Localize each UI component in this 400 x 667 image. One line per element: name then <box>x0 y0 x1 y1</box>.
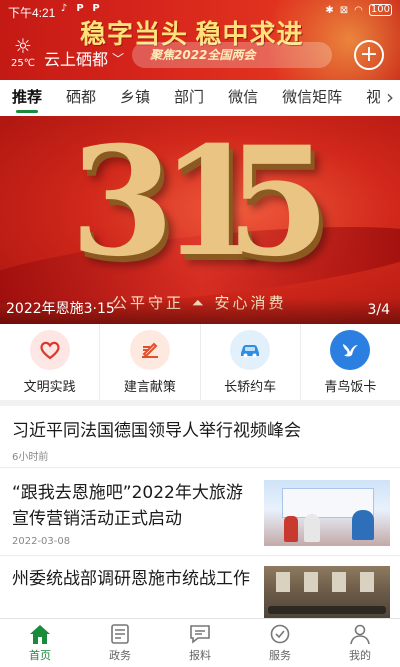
nav-label: 政务 <box>109 649 131 662</box>
chevron-down-icon: ﹀ <box>112 51 125 66</box>
location-label: 云上硒都 <box>44 50 109 69</box>
nav-profile[interactable]: 我的 <box>320 619 400 667</box>
news-item[interactable]: 习近平同法国德国领导人举行视频峰会 6小时前 <box>0 406 400 468</box>
shortcut-suggestions[interactable]: 建言献策 <box>100 324 201 400</box>
channel-tabs: 推荐 硒都 乡镇 部门 微信 微信矩阵 视 <box>0 80 400 116</box>
add-button[interactable]: + <box>354 40 384 70</box>
chevron-right-icon[interactable]: › <box>380 80 394 116</box>
weather-widget[interactable]: ☼ 25℃ <box>6 36 40 69</box>
tab-departments[interactable]: 部门 <box>162 80 216 116</box>
shortcut-label: 长轿约车 <box>224 379 277 395</box>
bird-icon <box>330 329 371 370</box>
shortcut-car-booking[interactable]: 长轿约车 <box>201 324 301 400</box>
nav-report[interactable]: 报料 <box>160 619 240 667</box>
mute-icon: ⊠ <box>339 4 349 16</box>
tab-wechat-matrix[interactable]: 微信矩阵 <box>270 80 354 116</box>
heart-icon <box>29 329 70 370</box>
thumbnail-figure <box>284 516 298 542</box>
shortcut-label: 文明实践 <box>23 379 76 395</box>
shortcut-meal-card[interactable]: 青鸟饭卡 <box>301 324 400 400</box>
news-item[interactable]: “跟我去恩施吧”2022年大旅游宣传营销活动正式启动 2022-03-08 <box>0 468 400 556</box>
service-icon <box>270 624 290 644</box>
battery-icon: 100 <box>368 4 392 16</box>
shortcut-label: 青鸟饭卡 <box>324 379 377 395</box>
shortcut-civilization[interactable]: 文明实践 <box>0 324 101 400</box>
nav-government[interactable]: 政务 <box>80 619 160 667</box>
home-icon <box>30 625 50 644</box>
tab-wechat[interactable]: 微信 <box>216 80 270 116</box>
document-icon <box>111 624 129 644</box>
carousel-page-indicator: 3/4 <box>367 302 390 318</box>
news-item[interactable]: 州委统战部调研恩施市统战工作 <box>0 556 400 618</box>
hero-digit: 5 <box>226 116 331 290</box>
status-indicators: ✱ ⊠ ◠ 100 <box>325 4 392 16</box>
temperature: 25℃ <box>11 58 35 69</box>
hero-digit: 3 <box>70 116 175 290</box>
news-text: 州委统战部调研恩施市统战工作 <box>12 566 256 592</box>
search-box[interactable] <box>132 42 332 68</box>
car-icon <box>230 329 271 370</box>
news-title: 州委统战部调研恩施市统战工作 <box>12 569 250 589</box>
nav-home[interactable]: 首页 <box>0 619 80 667</box>
nav-service[interactable]: 服务 <box>240 619 320 667</box>
news-text: “跟我去恩施吧”2022年大旅游宣传营销活动正式启动 2022-03-08 <box>12 480 256 547</box>
thumbnail-window <box>304 572 318 592</box>
thumbnail-window <box>276 572 290 592</box>
news-title: 习近平同法国德国领导人举行视频峰会 <box>12 421 301 441</box>
hero-carousel[interactable]: 3 1 5 公平守正 ⏶ 安心消费 2022年恩施3·15 3/4 <box>0 116 400 324</box>
shortcut-label: 建言献策 <box>123 379 176 395</box>
news-feed: 习近平同法国德国领导人举行视频峰会 6小时前 “跟我去恩施吧”2022年大旅游宣… <box>0 406 400 618</box>
thumbnail-window <box>360 572 374 592</box>
bottom-navigation: 首页 政务 报料 服务 我的 <box>0 618 400 667</box>
location-selector[interactable]: 云上硒都 ﹀ <box>44 46 124 70</box>
thumbnail-window <box>332 572 346 592</box>
hero-title: 2022年恩施3·15 <box>6 301 115 317</box>
thumbnail-figure <box>352 510 374 540</box>
header-banner: 下午4:21 ♪ P P ✱ ⊠ ◠ 100 稳字当头 稳中求进 聚焦2022全… <box>0 0 400 80</box>
nav-label: 服务 <box>269 649 291 662</box>
thumbnail-figure <box>304 514 320 542</box>
news-time: 6小时前 <box>12 452 49 463</box>
wifi-icon: ◠ <box>354 4 363 16</box>
tab-recommend[interactable]: 推荐 <box>0 80 54 116</box>
tab-towns[interactable]: 乡镇 <box>108 80 162 116</box>
pen-icon <box>129 329 170 370</box>
chat-icon <box>190 625 210 644</box>
nav-label: 首页 <box>29 649 51 662</box>
thumbnail-row <box>268 606 386 614</box>
nav-label: 报料 <box>189 649 211 662</box>
nav-label: 我的 <box>349 649 371 662</box>
tiktok-icon: ♪ <box>60 3 68 14</box>
news-title: “跟我去恩施吧”2022年大旅游宣传营销活动正式启动 <box>12 483 243 529</box>
news-thumbnail <box>264 480 390 546</box>
bluetooth-icon: ✱ <box>325 4 334 16</box>
news-time: 2022-03-08 <box>12 536 71 547</box>
tab-xidu[interactable]: 硒都 <box>54 80 108 116</box>
app-screen: 下午4:21 ♪ P P ✱ ⊠ ◠ 100 稳字当头 稳中求进 聚焦2022全… <box>0 0 400 667</box>
status-time: 下午4:21 <box>8 6 56 20</box>
shortcut-grid: 文明实践 建言献策 长轿约车 青鸟饭卡 <box>0 324 400 406</box>
profile-icon <box>350 624 370 645</box>
news-thumbnail <box>264 566 390 618</box>
sun-icon: ☼ <box>14 34 32 58</box>
